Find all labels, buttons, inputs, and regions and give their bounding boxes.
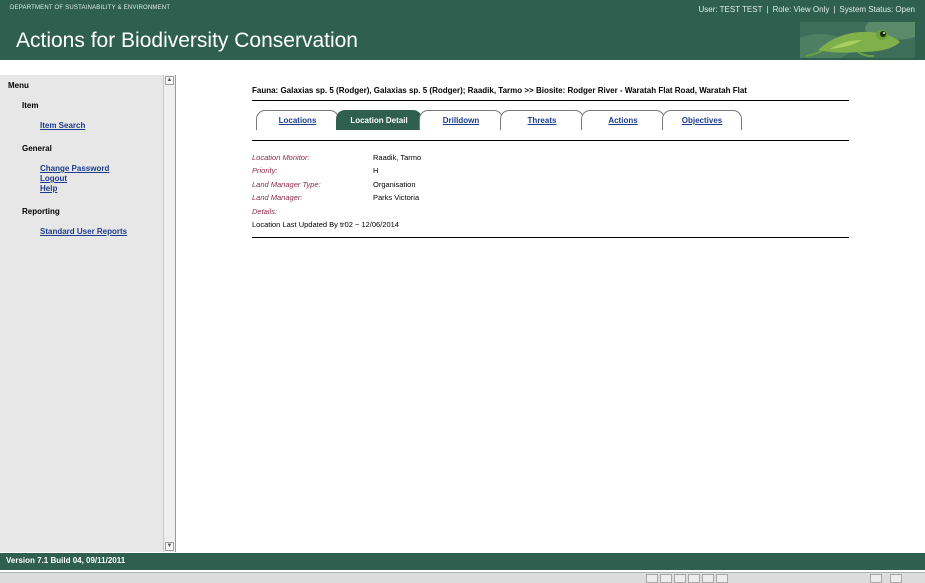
tab-bar-baseline	[252, 140, 849, 141]
scroll-down-icon[interactable]: ▼	[165, 542, 174, 551]
detail-label: Details:	[252, 207, 278, 216]
tab-location-detail[interactable]: Location Detail	[336, 110, 422, 130]
menu-group-item: Item	[22, 101, 39, 110]
menu-group-general: General	[22, 144, 52, 153]
detail-bottom-divider	[252, 237, 849, 238]
app-footer: Version 7.1 Build 04, 09/11/2011	[0, 553, 925, 570]
tab-drilldown[interactable]: Drilldown	[419, 110, 503, 130]
role-label: Role: View Only	[772, 5, 830, 14]
detail-label: Priority:	[252, 166, 278, 175]
user-status: User: TEST TEST | Role: View Only | System S…	[698, 5, 915, 14]
detail-label: Land Manager:	[252, 193, 303, 202]
logout-link[interactable]: Logout	[40, 174, 67, 183]
detail-label: Location Monitor:	[252, 153, 310, 162]
detail-value: H	[373, 166, 379, 175]
sidebar-scrollbar[interactable]: ▲ ▼	[163, 75, 175, 552]
item-search-link[interactable]: Item Search	[40, 121, 85, 130]
user-label: User: TEST TEST	[698, 5, 763, 14]
status-separator: |	[766, 5, 769, 14]
detail-label: Land Manager Type:	[252, 180, 321, 189]
sidebar-menu: Menu Item Item Search General Change Pas…	[0, 75, 176, 552]
menu-heading: Menu	[8, 81, 29, 90]
detail-value: Raadik, Tarmo	[373, 153, 422, 162]
standard-user-reports-link[interactable]: Standard User Reports	[40, 227, 127, 236]
department-name: DEPARTMENT OF SUSTAINABILITY & ENVIRONME…	[10, 5, 171, 11]
breadcrumb-divider	[252, 100, 849, 101]
header-top-bar: DEPARTMENT OF SUSTAINABILITY & ENVIRONME…	[0, 0, 925, 18]
version-label: Version 7.1 Build 04, 09/11/2011	[6, 556, 126, 565]
help-link[interactable]: Help	[40, 184, 57, 193]
tab-bar: Locations Location Detail Drilldown Thre…	[252, 110, 852, 130]
change-password-link[interactable]: Change Password	[40, 164, 109, 173]
tab-objectives[interactable]: Objectives	[662, 110, 742, 130]
scroll-up-icon[interactable]: ▲	[165, 76, 174, 85]
breadcrumb: Fauna: Galaxias sp. 5 (Rodger), Galaxias…	[252, 86, 747, 95]
browser-status-bar	[0, 572, 925, 583]
app-header: DEPARTMENT OF SUSTAINABILITY & ENVIRONME…	[0, 0, 925, 60]
system-status-label: System Status: Open	[839, 5, 915, 14]
menu-group-reporting: Reporting	[22, 207, 60, 216]
detail-value: Organisation	[373, 180, 416, 189]
tab-locations[interactable]: Locations	[256, 110, 339, 130]
app-title: Actions for Biodiversity Conservation	[16, 29, 358, 52]
detail-value: Parks Victoria	[373, 193, 420, 202]
frog-icon	[800, 22, 915, 58]
tab-actions[interactable]: Actions	[581, 110, 665, 130]
status-separator: |	[833, 5, 836, 14]
last-updated-text: Location Last Updated By tr02 ~ 12/06/20…	[252, 220, 399, 229]
tab-threats[interactable]: Threats	[500, 110, 584, 130]
